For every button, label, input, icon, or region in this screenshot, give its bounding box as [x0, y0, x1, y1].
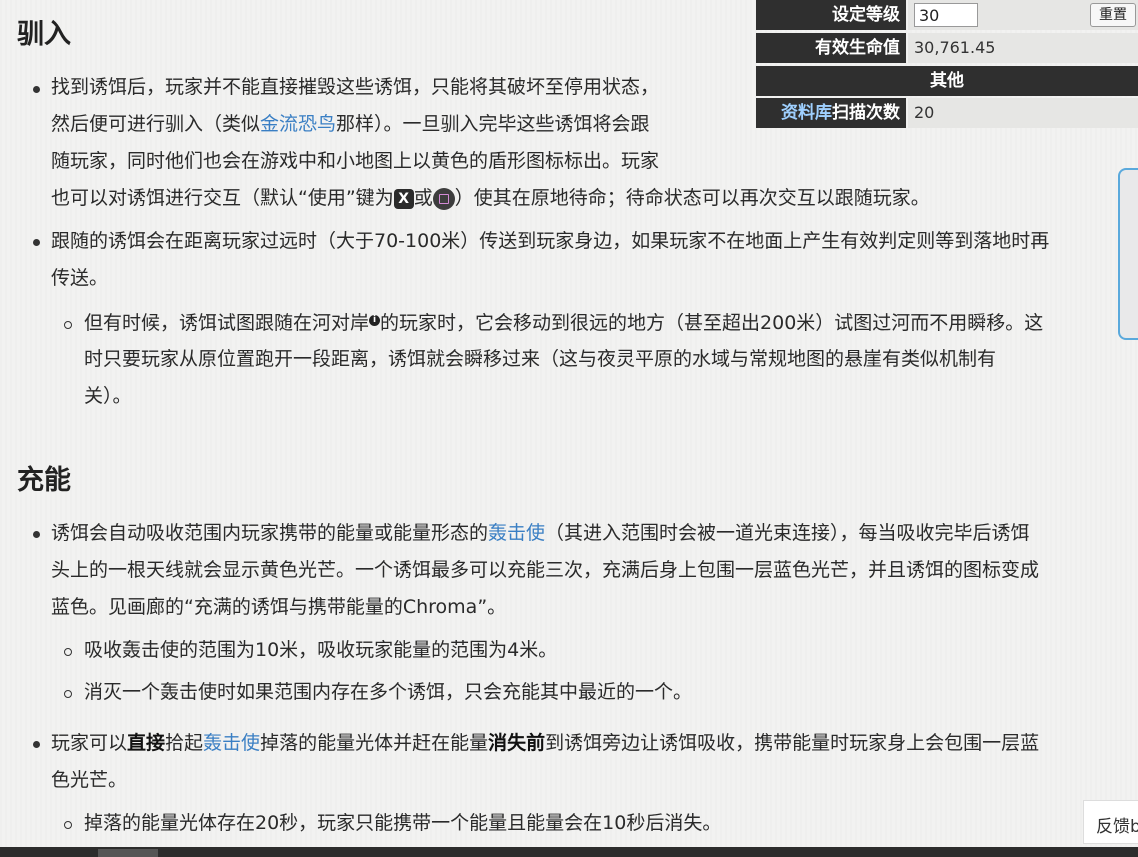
paragraph-line: 掉落的能量光体存在20秒，玩家只能携带一个能量且能量会在10秒后消失。	[84, 812, 722, 834]
paragraph-line: 然后便可进行驯入（类似金流恐鸟那样）。一旦驯入完毕这些诱饵将会跟	[51, 113, 650, 135]
hp-label: 有效生命值	[756, 33, 906, 63]
bullet	[33, 531, 40, 538]
section-title-charge: 充能	[17, 465, 71, 496]
link-bombard[interactable]: 轰击使	[203, 732, 260, 754]
paragraph-line: 传送。	[51, 267, 109, 289]
link-codex[interactable]: 资料库	[781, 103, 832, 123]
wiki-page: 驯入 找到诱饵后，玩家并不能直接摧毁这些诱饵，只能将其破坏至停用状态， 然后便可…	[0, 0, 1138, 857]
scan-label: 资料库扫描次数	[756, 98, 906, 128]
paragraph-line: 蓝色。见画廊的“充满的诱饵与携带能量的Chroma”。	[51, 596, 507, 618]
paragraph-line: 玩家可以直接拾起轰击使掉落的能量光体并赶在能量消失前到诱饵旁边让诱饵吸收，携带能…	[51, 732, 1040, 754]
sub-bullet	[64, 321, 72, 329]
paragraph-line: 吸收轰击使的范围为10米，吸收玩家能量的范围为4米。	[84, 639, 558, 661]
paragraph-line: 色光芒。	[51, 769, 128, 791]
paragraph-line: 跟随的诱饵会在距离玩家过远时（大于70-100米）传送到玩家身边，如果玩家不在地…	[51, 230, 1050, 252]
x-button-icon: X	[393, 188, 414, 209]
paragraph-line: 关）。	[84, 385, 132, 407]
paragraph-line: 时只要玩家从原位置跑开一段距离，诱饵就会瞬移过来（这与夜灵平原的水域与常规地图的…	[84, 348, 997, 370]
bottom-scrollbar[interactable]	[0, 847, 1138, 857]
link-golden-moa[interactable]: 金流恐鸟	[260, 113, 336, 135]
reset-button[interactable]: 重置	[1090, 3, 1136, 27]
section-title-tame: 驯入	[17, 19, 71, 50]
sub-bullet	[64, 690, 72, 698]
bullet	[33, 239, 40, 246]
paragraph-line: 消灭一个轰击使时如果范围内存在多个诱饵，只会充能其中最近的一个。	[84, 681, 693, 703]
link-bombard[interactable]: 轰击使	[488, 522, 545, 544]
bullet	[33, 741, 40, 748]
feedback-button[interactable]: 反馈b	[1083, 800, 1138, 844]
paragraph-line: 但有时候，诱饵试图跟随在河对岸 i 的玩家时，它会移动到很远的地方（甚至超出200米…	[84, 312, 1044, 334]
other-header: 其他	[756, 66, 1138, 96]
infobox-table: 设定等级 30 重置 有效生命值 30,761.45 其他 资料库扫描次数 20	[756, 0, 1138, 128]
paragraph-line: 头上的一根天线就会显示黄色光芒。一个诱饵最多可以充能三次，充满后身上包围一层蓝色…	[51, 559, 1040, 581]
paragraph-line: 诱饵会自动吸收范围内玩家携带的能量或能量形态的轰击使（其进入范围时会被一道光束连…	[51, 522, 1030, 544]
side-widget[interactable]	[1118, 168, 1138, 340]
sub-bullet	[64, 648, 72, 656]
paragraph-line: 也可以对诱饵进行交互（默认“使用”键为 X 或）使其在原地待命；待命状态可以再次交互…	[51, 187, 930, 210]
square-button-icon	[432, 187, 455, 210]
hp-value: 30,761.45	[908, 33, 1138, 63]
bullet	[33, 86, 40, 93]
info-icon[interactable]: i	[369, 314, 381, 326]
sub-bullet	[64, 821, 72, 829]
paragraph-line: 随玩家，同时他们也会在游戏中和小地图上以黄色的盾形图标标出。玩家	[51, 150, 660, 172]
scan-value: 20	[908, 98, 1138, 128]
level-input[interactable]: 30	[914, 3, 978, 27]
level-label: 设定等级	[756, 0, 906, 30]
paragraph-line: 找到诱饵后，玩家并不能直接摧毁这些诱饵，只能将其破坏至停用状态，	[51, 76, 660, 98]
scrollbar-thumb[interactable]	[98, 849, 158, 857]
